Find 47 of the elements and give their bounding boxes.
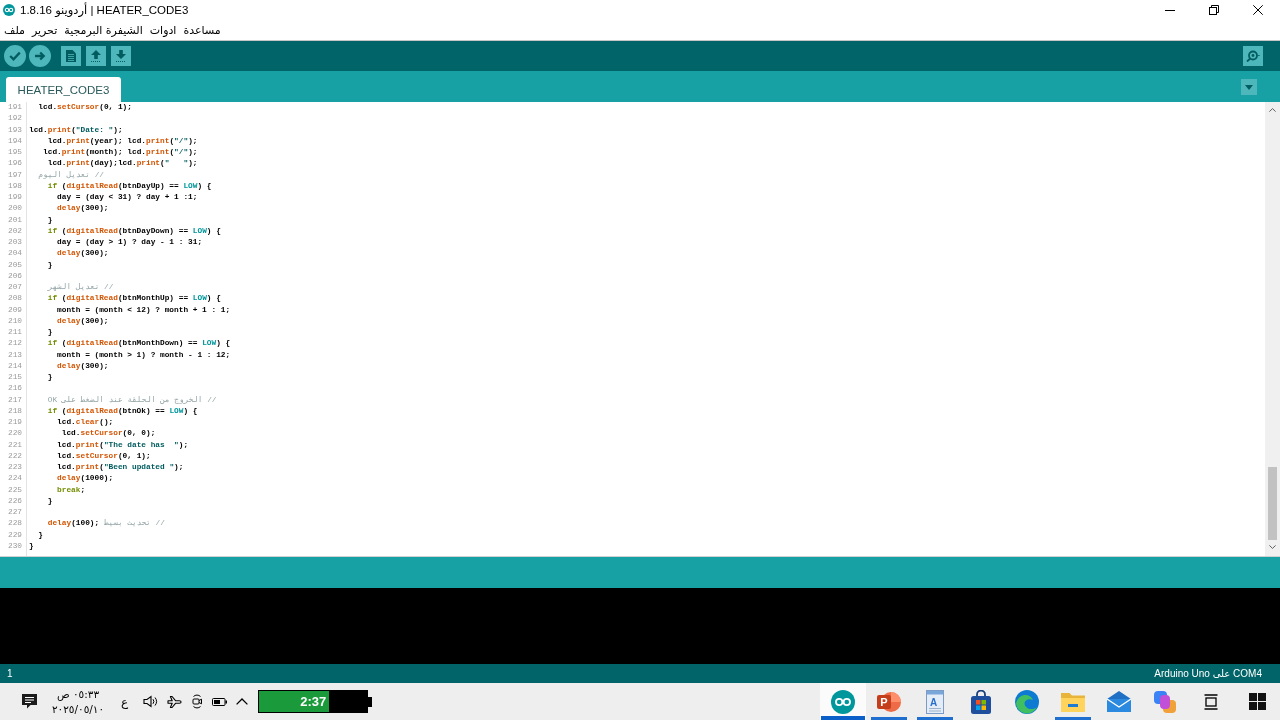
save-button[interactable] bbox=[111, 46, 131, 66]
menu-item[interactable]: مساعدة bbox=[180, 23, 224, 37]
notepad-icon: A bbox=[923, 689, 947, 714]
browser-icon bbox=[1015, 689, 1039, 714]
battery-icon[interactable] bbox=[212, 697, 228, 706]
assistant-icon bbox=[1153, 689, 1177, 714]
tab-menu-button[interactable] bbox=[1241, 79, 1257, 95]
taskbar-app-button[interactable] bbox=[820, 683, 866, 720]
caret-down-icon bbox=[1245, 84, 1253, 90]
arrow-right-icon bbox=[34, 51, 46, 61]
editor-tab[interactable]: HEATER_CODE3 bbox=[6, 77, 121, 102]
chevron-up-icon[interactable] bbox=[236, 698, 249, 705]
check-icon bbox=[9, 51, 21, 61]
line-number-label: 1 bbox=[7, 668, 13, 679]
document-icon bbox=[66, 50, 76, 62]
battery-time: 2:37 bbox=[299, 693, 328, 710]
clock-time: ٠٥:٣٣ ص bbox=[56, 686, 100, 702]
clock-date: ٢٠٢٥/٠٥/١٠ bbox=[51, 701, 105, 717]
shopping-bag-icon bbox=[969, 689, 993, 714]
task-view-icon bbox=[1203, 693, 1219, 710]
camera-icon[interactable] bbox=[191, 694, 204, 709]
minimize-icon bbox=[1165, 9, 1175, 11]
serial-monitor-button[interactable] bbox=[1243, 46, 1263, 66]
notification-icon[interactable] bbox=[21, 693, 38, 710]
menu-item[interactable]: الشيفرة البرمجية bbox=[61, 23, 146, 37]
magnifier-icon bbox=[1246, 50, 1260, 62]
arrow-up-icon bbox=[91, 50, 101, 62]
infinity-icon bbox=[831, 689, 855, 714]
taskbar-app-button[interactable]: A bbox=[912, 683, 958, 720]
menu-item[interactable]: ادوات bbox=[146, 23, 180, 37]
scrollbar-thumb[interactable] bbox=[1268, 467, 1277, 540]
new-button[interactable] bbox=[61, 46, 81, 66]
logo-icon bbox=[3, 4, 15, 16]
open-button[interactable] bbox=[86, 46, 106, 66]
close-icon bbox=[1253, 5, 1263, 15]
upload-button[interactable] bbox=[29, 45, 51, 67]
verify-button[interactable] bbox=[4, 45, 26, 67]
language-indicator[interactable]: ع bbox=[121, 694, 129, 709]
window-title: أردوينو 1.8.16 | HEATER_CODE3 bbox=[20, 3, 189, 17]
airplane-icon[interactable] bbox=[167, 694, 183, 709]
restore-icon bbox=[1209, 5, 1219, 15]
envelope-icon bbox=[1107, 689, 1131, 714]
start-icon bbox=[1248, 693, 1266, 710]
speaker-icon[interactable] bbox=[143, 695, 159, 708]
board-port-label: Arduino Uno على COM4 bbox=[1154, 668, 1262, 679]
taskbar-app-button[interactable]: P bbox=[866, 683, 912, 720]
arrow-down-icon bbox=[116, 50, 126, 62]
